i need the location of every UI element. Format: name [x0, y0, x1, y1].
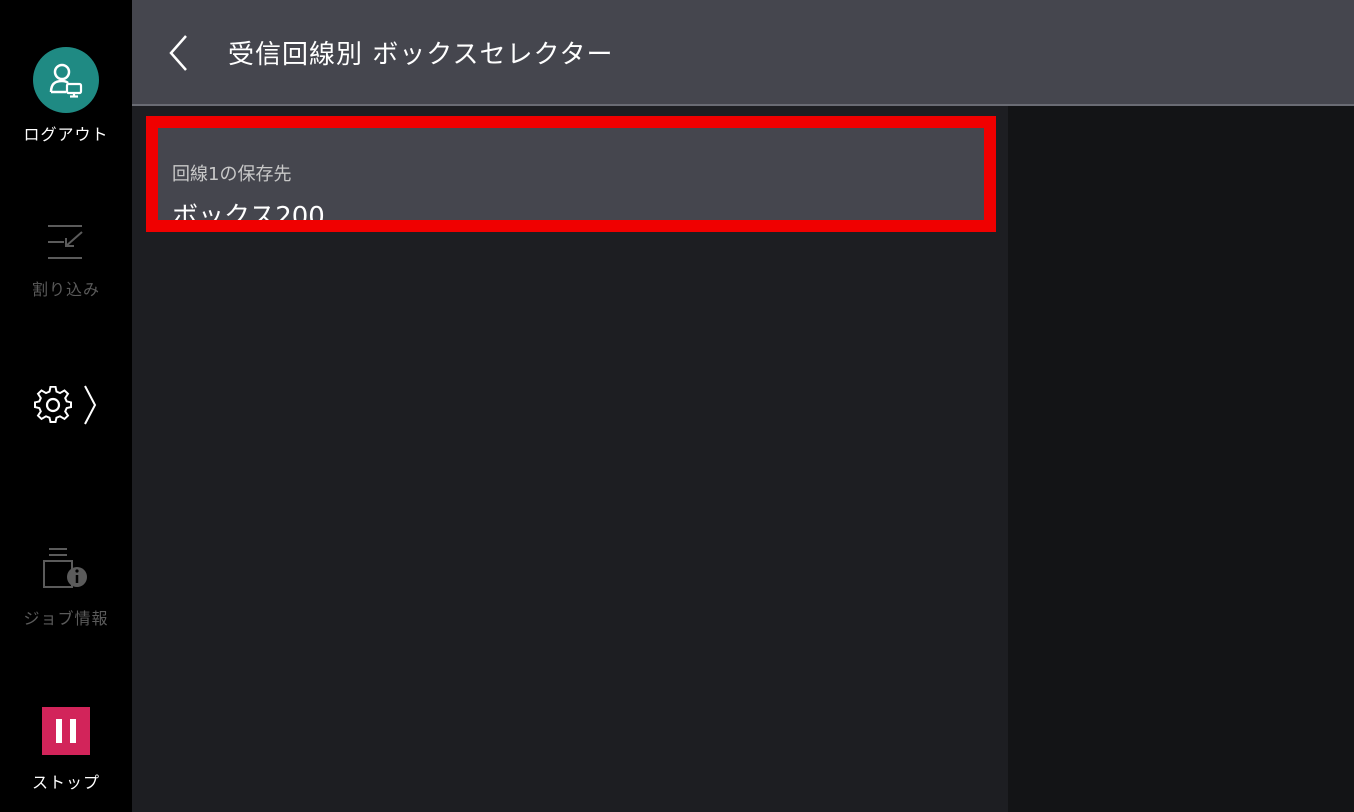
back-button[interactable]: [158, 30, 198, 76]
settings-button[interactable]: [0, 384, 132, 426]
job-info-label: ジョブ情報: [23, 609, 109, 628]
job-info-icon: [43, 548, 87, 588]
sidebar: ログアウト 割り込み ジョブ情報 ストップ: [0, 0, 132, 812]
main-content: 回線1の保存先 ボックス200: [132, 106, 1008, 812]
logout-label: ログアウト: [23, 125, 109, 144]
logout-button[interactable]: ログアウト: [0, 47, 132, 145]
list-item-value: ボックス200: [172, 202, 325, 232]
header-bar: 受信回線別 ボックスセレクター: [132, 0, 1354, 106]
page-title: 受信回線別 ボックスセレクター: [228, 40, 614, 70]
interrupt-label: 割り込み: [31, 280, 100, 299]
stop-bar-left: [56, 719, 62, 743]
interrupt-button[interactable]: 割り込み: [0, 222, 132, 300]
list-item-line1-destination[interactable]: 回線1の保存先 ボックス200: [154, 126, 986, 232]
settings-row: [34, 384, 98, 426]
gear-icon: [34, 386, 72, 423]
logout-circle: [33, 47, 99, 113]
right-empty-area: [1008, 106, 1354, 812]
chevron-right-icon: [84, 385, 97, 425]
stop-label: ストップ: [31, 773, 100, 792]
stop-button[interactable]: ストップ: [0, 707, 132, 793]
user-monitor-icon: [49, 63, 83, 98]
app-root: ログアウト 割り込み ジョブ情報 ストップ 受信回線別 ボックスセレクター 回線…: [0, 0, 1354, 812]
interrupt-arrow-icon: [48, 225, 83, 259]
chevron-left-icon: [169, 35, 187, 71]
stop-bar-right: [70, 719, 76, 743]
job-info-button[interactable]: ジョブ情報: [0, 545, 132, 629]
list-item-subtitle: 回線1の保存先: [172, 164, 292, 185]
pause-stop-icon: [42, 707, 90, 755]
